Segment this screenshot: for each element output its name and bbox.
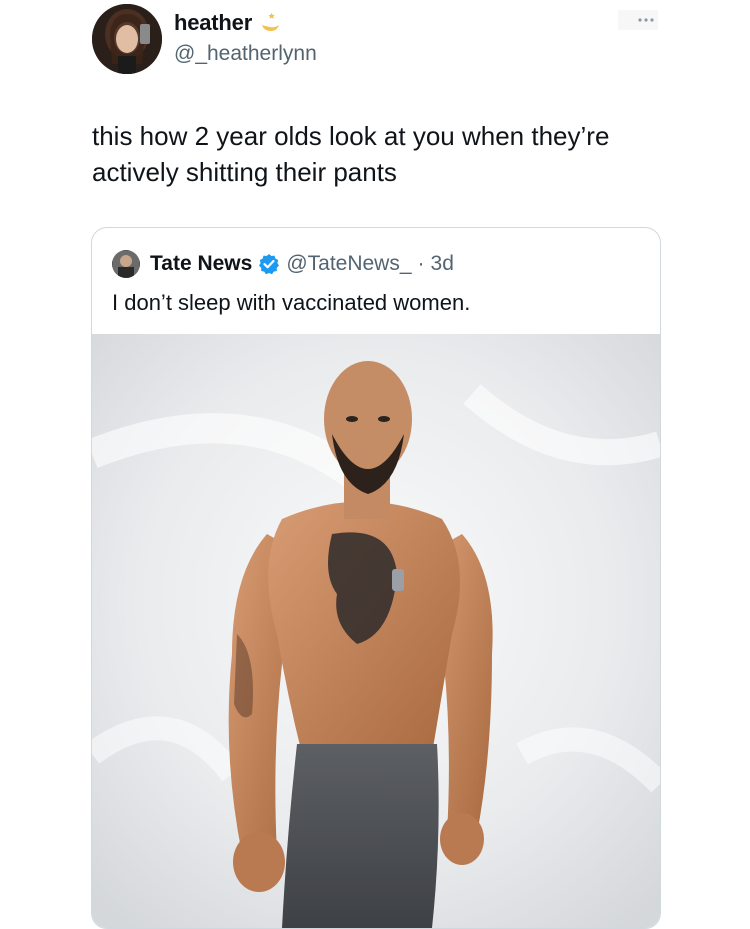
quoted-tweet-header: Tate News @TateNews_ · 3d xyxy=(112,250,454,278)
author-display-name[interactable]: heather xyxy=(174,10,252,36)
author-avatar[interactable] xyxy=(92,4,162,74)
more-options-icon[interactable] xyxy=(618,6,658,34)
quoted-tweet-text: I don’t sleep with vaccinated women. xyxy=(112,290,471,315)
quoted-separator: · xyxy=(417,252,425,275)
photo-shirtless-man xyxy=(92,334,660,928)
author-name-row: heather xyxy=(174,8,282,38)
quoted-author-handle[interactable]: @TateNews_ xyxy=(286,252,411,276)
tweet: heather @_heatherlynn this how 2 year ol… xyxy=(0,0,750,929)
tweet-text: this how 2 year olds look at you when th… xyxy=(92,121,610,187)
quoted-author-avatar[interactable] xyxy=(112,250,140,278)
quoted-tweet-photo[interactable] xyxy=(92,334,660,928)
author-handle[interactable]: @_heatherlynn xyxy=(174,42,317,66)
verified-badge-icon xyxy=(258,253,280,275)
quoted-author-name[interactable]: Tate News xyxy=(150,252,252,276)
avatar-photo xyxy=(92,4,162,74)
quoted-timestamp[interactable]: 3d xyxy=(431,252,454,276)
quoted-tweet-card[interactable]: Tate News @TateNews_ · 3d I don’t sleep … xyxy=(91,227,661,929)
crescent-moon-star-icon xyxy=(258,11,282,35)
